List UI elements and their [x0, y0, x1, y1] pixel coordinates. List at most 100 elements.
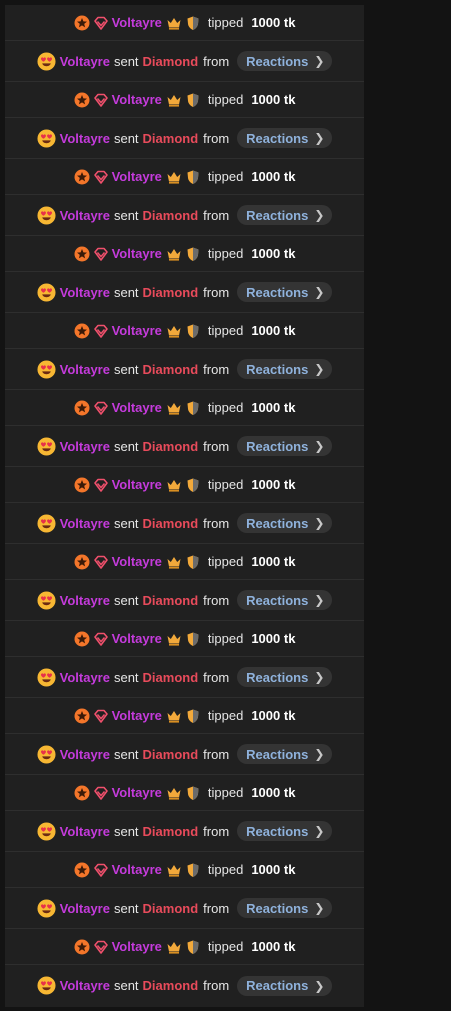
- username[interactable]: Voltayre: [112, 246, 162, 261]
- crown-icon: [166, 323, 182, 339]
- reactions-link-button[interactable]: Reactions ❯: [237, 821, 333, 841]
- diamond-badge-icon: [93, 785, 109, 801]
- username[interactable]: Voltayre: [112, 708, 162, 723]
- reactions-link-button[interactable]: Reactions ❯: [237, 744, 333, 764]
- gift-message-row: Voltayre sent Diamond from Reactions ❯: [5, 580, 364, 621]
- star-badge-icon: [74, 862, 90, 878]
- reactions-link-button[interactable]: Reactions ❯: [237, 436, 333, 456]
- from-text: from: [203, 746, 230, 762]
- star-badge-icon: [74, 323, 90, 339]
- tip-message-row: Voltayre tipped 1000 tk: [5, 313, 364, 349]
- reactions-link-button[interactable]: Reactions ❯: [237, 513, 333, 533]
- reactions-link-button[interactable]: Reactions ❯: [237, 590, 333, 610]
- username[interactable]: Voltayre: [60, 131, 110, 146]
- reactions-link-button[interactable]: Reactions ❯: [237, 975, 333, 996]
- shield-icon: [185, 785, 201, 801]
- username[interactable]: Voltayre: [60, 978, 110, 993]
- star-badge-icon: [74, 246, 90, 262]
- chevron-right-icon: ❯: [314, 593, 325, 607]
- reactions-link-label: Reactions: [246, 669, 309, 685]
- gift-name: Diamond: [142, 207, 199, 223]
- from-text: from: [203, 438, 230, 454]
- reactions-link-button[interactable]: Reactions ❯: [237, 205, 333, 225]
- tip-amount: 1000 tk: [251, 477, 296, 492]
- gift-message-row: Voltayre sent Diamond from Reactions ❯: [5, 965, 364, 1006]
- username[interactable]: Voltayre: [112, 400, 162, 415]
- gift-message-row: Voltayre sent Diamond from Reactions ❯: [5, 41, 364, 82]
- from-text: from: [203, 978, 230, 993]
- username[interactable]: Voltayre: [60, 439, 110, 454]
- heart-eyes-emoji-icon: [37, 898, 56, 918]
- username[interactable]: Voltayre: [112, 92, 162, 107]
- username[interactable]: Voltayre: [112, 862, 162, 877]
- action-text: sent: [113, 669, 139, 685]
- chevron-right-icon: ❯: [314, 824, 325, 838]
- diamond-badge-icon: [93, 323, 109, 339]
- heart-eyes-emoji-icon: [37, 976, 56, 995]
- action-text: sent: [113, 53, 139, 69]
- gift-name: Diamond: [142, 53, 199, 69]
- username[interactable]: Voltayre: [112, 554, 162, 569]
- action-text: sent: [113, 130, 139, 146]
- action-text: tipped: [207, 862, 244, 877]
- crown-icon: [166, 708, 182, 724]
- reactions-link-label: Reactions: [246, 438, 309, 454]
- shield-icon: [185, 323, 201, 339]
- shield-icon: [185, 400, 201, 416]
- username[interactable]: Voltayre: [112, 169, 162, 184]
- action-text: sent: [113, 207, 139, 223]
- reactions-link-button[interactable]: Reactions ❯: [237, 667, 333, 687]
- heart-eyes-emoji-icon: [37, 744, 56, 764]
- username[interactable]: Voltayre: [112, 631, 162, 646]
- reactions-link-label: Reactions: [246, 978, 309, 993]
- heart-eyes-emoji-icon: [37, 513, 56, 533]
- tip-amount: 1000 tk: [251, 246, 296, 261]
- action-text: sent: [113, 978, 139, 993]
- username[interactable]: Voltayre: [112, 323, 162, 338]
- reactions-link-button[interactable]: Reactions ❯: [237, 898, 333, 918]
- username[interactable]: Voltayre: [60, 54, 110, 69]
- action-text: tipped: [207, 554, 244, 569]
- reactions-link-button[interactable]: Reactions ❯: [237, 128, 333, 148]
- diamond-badge-icon: [93, 92, 109, 108]
- action-text: tipped: [207, 15, 244, 30]
- action-text: sent: [113, 515, 139, 531]
- username[interactable]: Voltayre: [112, 477, 162, 492]
- crown-icon: [166, 939, 182, 955]
- action-text: sent: [113, 284, 139, 300]
- username[interactable]: Voltayre: [60, 516, 110, 531]
- username[interactable]: Voltayre: [60, 901, 110, 916]
- username[interactable]: Voltayre: [60, 824, 110, 839]
- crown-icon: [166, 92, 182, 108]
- username[interactable]: Voltayre: [60, 208, 110, 223]
- username[interactable]: Voltayre: [60, 593, 110, 608]
- crown-icon: [166, 477, 182, 493]
- from-text: from: [203, 207, 230, 223]
- tip-message-row: Voltayre tipped 1000 tk: [5, 775, 364, 811]
- username[interactable]: Voltayre: [60, 747, 110, 762]
- reactions-link-button[interactable]: Reactions ❯: [237, 51, 333, 71]
- gift-message-row: Voltayre sent Diamond from Reactions ❯: [5, 657, 364, 698]
- username[interactable]: Voltayre: [60, 285, 110, 300]
- username[interactable]: Voltayre: [112, 15, 162, 30]
- reactions-link-label: Reactions: [246, 207, 309, 223]
- gift-name: Diamond: [142, 746, 199, 762]
- tip-message-row: Voltayre tipped 1000 tk: [5, 5, 364, 41]
- gift-name: Diamond: [142, 978, 199, 993]
- username[interactable]: Voltayre: [60, 362, 110, 377]
- from-text: from: [203, 900, 230, 916]
- crown-icon: [166, 631, 182, 647]
- tip-message-row: Voltayre tipped 1000 tk: [5, 929, 364, 965]
- action-text: sent: [113, 823, 139, 839]
- tip-message-row: Voltayre tipped 1000 tk: [5, 698, 364, 734]
- username[interactable]: Voltayre: [60, 670, 110, 685]
- diamond-badge-icon: [93, 554, 109, 570]
- reactions-link-button[interactable]: Reactions ❯: [237, 359, 333, 379]
- chevron-right-icon: ❯: [314, 978, 325, 993]
- username[interactable]: Voltayre: [112, 939, 162, 954]
- username[interactable]: Voltayre: [112, 785, 162, 800]
- shield-icon: [185, 92, 201, 108]
- action-text: tipped: [207, 400, 244, 415]
- chevron-right-icon: ❯: [314, 54, 325, 68]
- reactions-link-button[interactable]: Reactions ❯: [237, 282, 333, 302]
